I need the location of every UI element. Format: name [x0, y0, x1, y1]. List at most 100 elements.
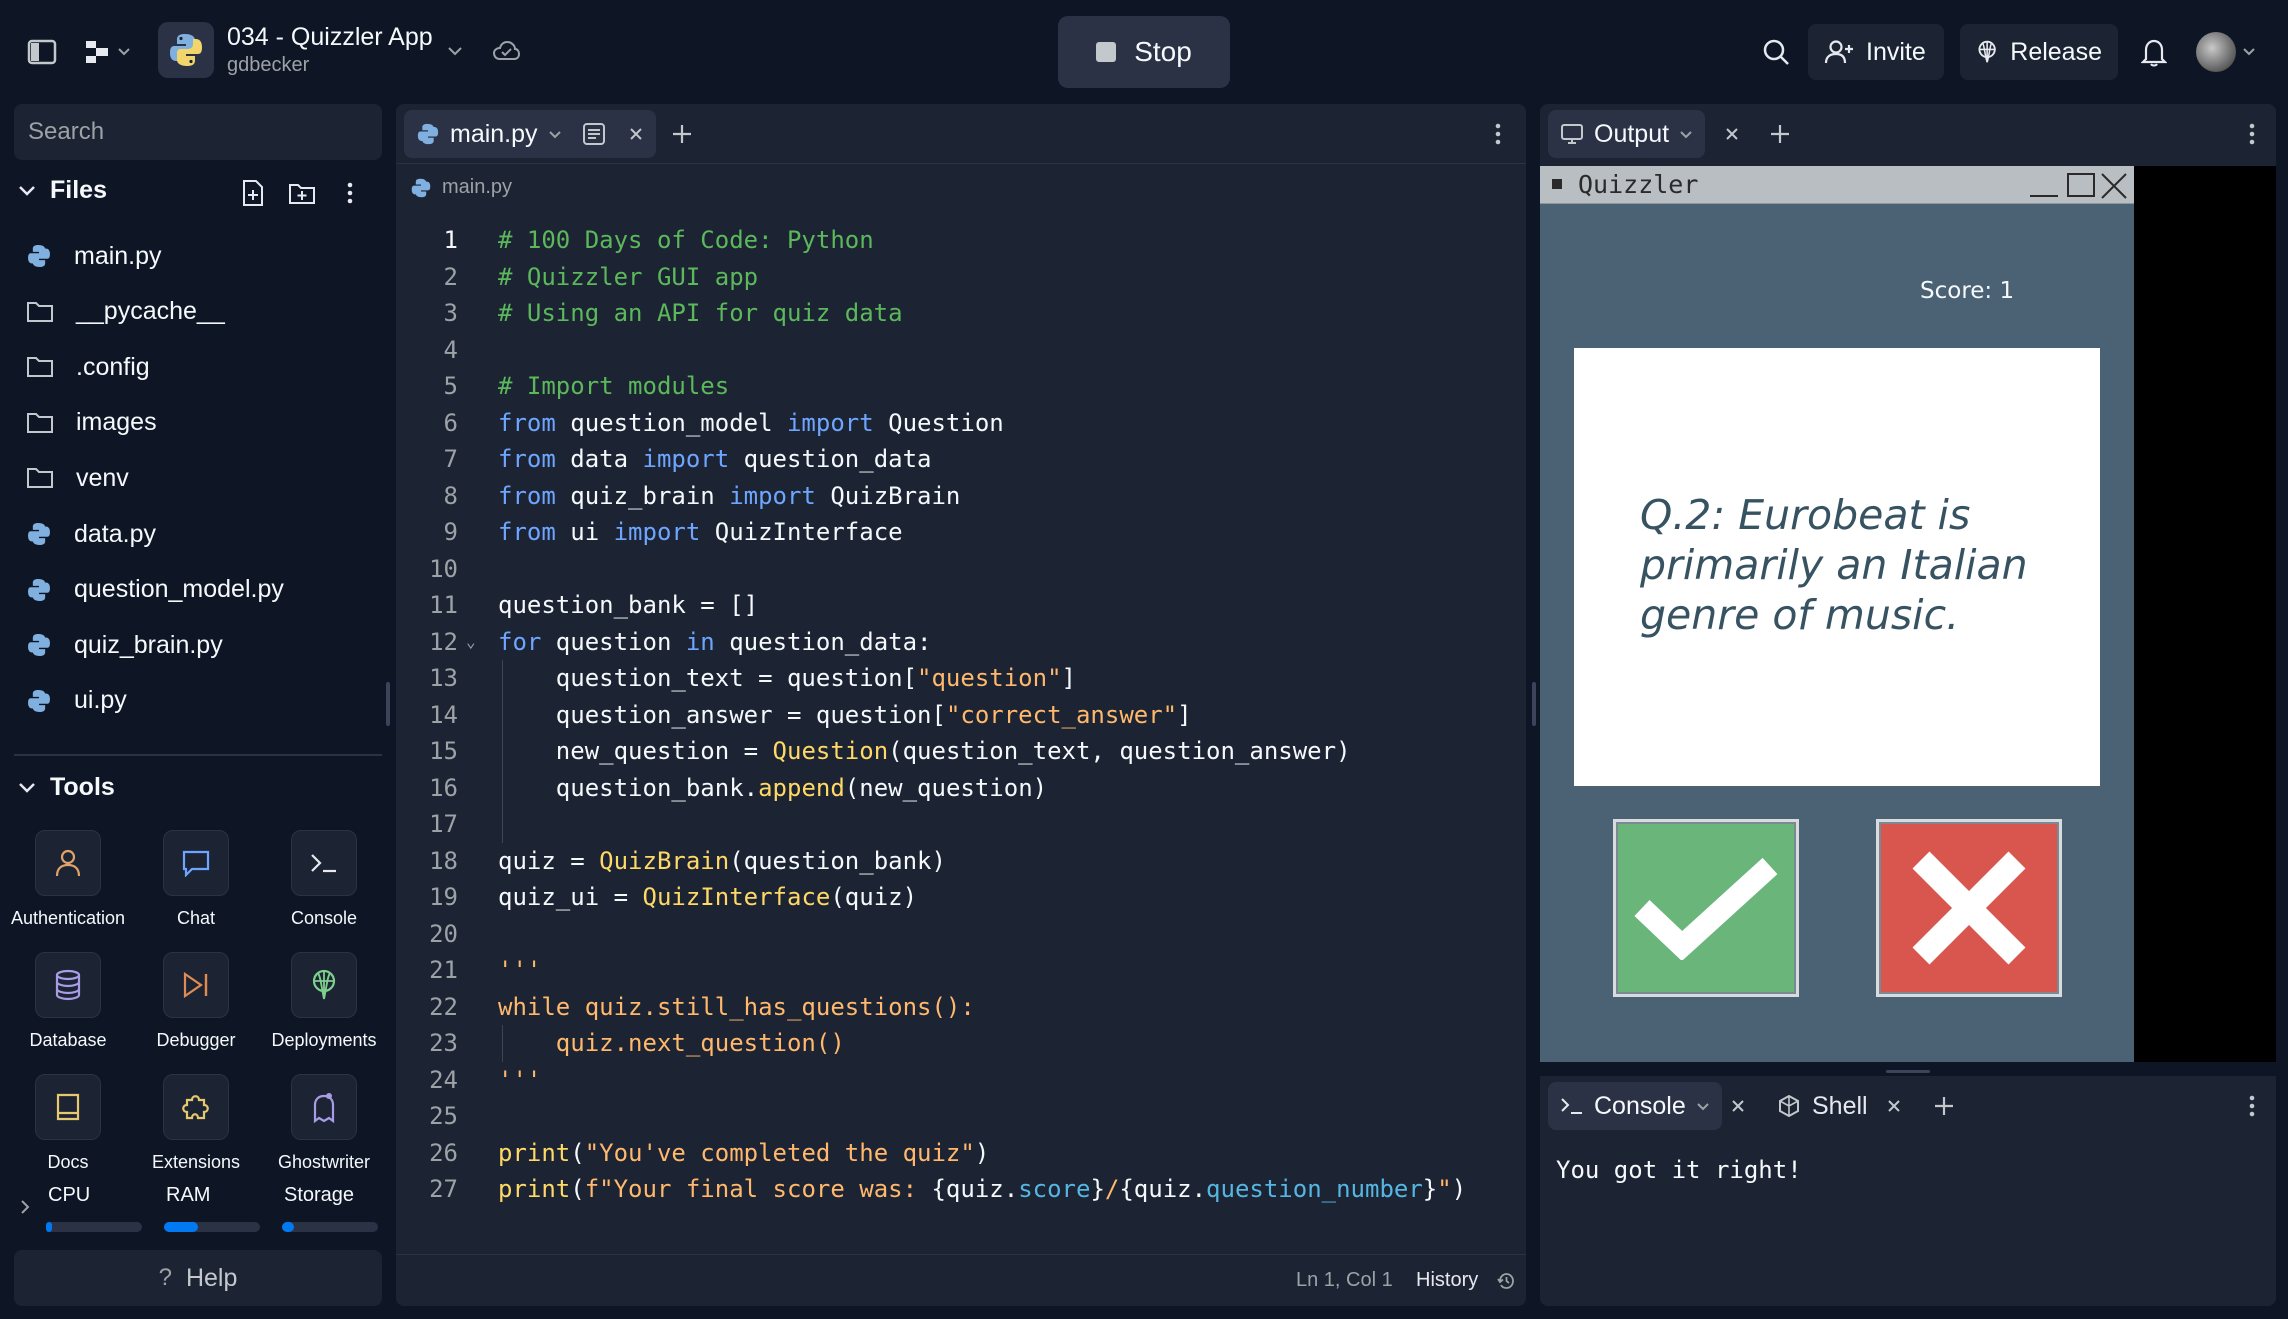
file-item[interactable]: quiz_brain.py	[26, 621, 376, 669]
new-folder-icon[interactable]	[286, 178, 318, 208]
close-icon[interactable]	[628, 126, 644, 142]
search-input[interactable]: Search	[14, 104, 382, 160]
tab-main-py[interactable]: main.py	[404, 110, 656, 158]
files-menu-icon[interactable]	[336, 178, 364, 208]
new-file-icon[interactable]	[238, 178, 268, 208]
tool-ghostwriter[interactable]: Ghostwriter	[264, 1074, 384, 1173]
line-number: 3	[443, 299, 458, 327]
chevron-down-icon[interactable]	[444, 40, 466, 62]
sidebar-toggle-icon[interactable]	[22, 32, 62, 72]
line-number: 27	[429, 1175, 458, 1203]
breadcrumb-file[interactable]: main.py	[442, 176, 512, 199]
resource-meter[interactable]	[164, 1222, 260, 1232]
code-line: 23 quiz.next_question()	[396, 1025, 1526, 1062]
chevron-right-icon[interactable]	[14, 1196, 36, 1218]
bell-icon[interactable]	[2134, 32, 2174, 72]
resource-meter[interactable]	[46, 1222, 142, 1232]
search-icon[interactable]	[1756, 32, 1796, 72]
window-controls-icon[interactable]	[2026, 170, 2130, 200]
tool-label: Database	[29, 1030, 107, 1050]
true-button[interactable]	[1613, 819, 1799, 997]
line-number: 15	[429, 737, 458, 765]
close-icon[interactable]	[1726, 1094, 1750, 1118]
add-tab-icon[interactable]	[1928, 1090, 1960, 1122]
tool-debugger[interactable]: Debugger	[136, 952, 256, 1051]
file-item[interactable]: images	[26, 399, 376, 447]
file-item[interactable]: __pycache__	[26, 288, 376, 336]
cursor-position[interactable]: Ln 1, Col 1	[1296, 1269, 1393, 1292]
console-output[interactable]: You got it right!	[1556, 1156, 1802, 1184]
editor-tab-bar: main.py	[396, 104, 1526, 164]
tool-authentication[interactable]: Authentication	[8, 830, 128, 929]
tab-output[interactable]: Output	[1548, 110, 1706, 158]
fold-chevron-icon[interactable]: ⌄	[466, 624, 476, 661]
tab-shell[interactable]: Shell	[1776, 1086, 1868, 1126]
tool-deployments[interactable]: Deployments	[264, 952, 384, 1051]
console-menu-icon[interactable]	[2240, 1090, 2264, 1122]
search-placeholder: Search	[28, 118, 105, 145]
help-button[interactable]: ? Help	[14, 1250, 382, 1306]
code-text: from question_model import Question	[498, 408, 1004, 437]
add-tab-icon[interactable]	[666, 118, 698, 150]
invite-label: Invite	[1866, 37, 1926, 66]
chevron-down-icon[interactable]	[1696, 1102, 1710, 1111]
release-button[interactable]: Release	[1960, 24, 2118, 80]
history-button[interactable]: History	[1416, 1269, 1478, 1292]
chevron-down-icon[interactable]	[548, 130, 562, 139]
avatar-chevron-icon[interactable]	[2240, 42, 2258, 60]
false-button[interactable]	[1876, 819, 2062, 997]
file-item[interactable]: main.py	[26, 232, 376, 280]
line-number: 5	[443, 372, 458, 400]
line-number: 25	[429, 1102, 458, 1130]
editor-resize-handle[interactable]	[1532, 682, 1536, 726]
repl-owner[interactable]: gdbecker	[227, 54, 309, 77]
vnc-display[interactable]: Quizzler Score: 1 Q.2: Eurobeat is prima…	[1540, 166, 2276, 1062]
output-menu-icon[interactable]	[2240, 118, 2264, 150]
editor-menu-icon[interactable]	[1486, 118, 1510, 150]
window-menu-icon[interactable]	[1552, 179, 1562, 189]
code-text: quiz_ui = QuizInterface(quiz)	[498, 883, 918, 911]
avatar[interactable]	[2196, 32, 2236, 72]
close-icon[interactable]	[1882, 1094, 1906, 1118]
chevron-down-icon[interactable]	[1679, 130, 1693, 139]
file-item[interactable]: data.py	[26, 510, 376, 558]
file-item[interactable]: .config	[26, 343, 376, 391]
python-file-icon	[26, 688, 52, 714]
output-resize-handle[interactable]	[1886, 1070, 1930, 1073]
tools-header[interactable]: Tools	[18, 773, 115, 802]
tab-console[interactable]: Console	[1548, 1082, 1722, 1130]
line-number: 4	[443, 335, 458, 364]
code-text: for question in question_data:	[498, 627, 932, 656]
code-area[interactable]: 1 # 100 Days of Code: Python 2 # Quizzler …	[396, 222, 1526, 1208]
cloud-sync-icon	[490, 36, 522, 66]
invite-button[interactable]: Invite	[1808, 24, 1944, 80]
file-item[interactable]: venv	[26, 454, 376, 502]
tool-extensions[interactable]: Extensions	[136, 1074, 256, 1173]
line-number: 1	[443, 226, 458, 254]
files-header[interactable]: Files	[18, 176, 107, 205]
resource-label: CPU	[48, 1184, 91, 1206]
code-line: 9 from ui import QuizInterface	[396, 514, 1526, 551]
repl-title[interactable]: 034 - Quizzler App	[227, 23, 433, 52]
window-title: Quizzler	[1578, 170, 1699, 199]
markdown-preview-icon[interactable]	[582, 122, 606, 146]
tool-console[interactable]: Console	[264, 830, 384, 929]
replit-menu-icon[interactable]	[76, 32, 138, 72]
file-item[interactable]: ui.py	[26, 677, 376, 725]
window-titlebar[interactable]: Quizzler	[1540, 166, 2134, 204]
close-icon[interactable]	[1720, 122, 1744, 146]
history-icon[interactable]	[1496, 1271, 1516, 1291]
stop-button[interactable]: Stop	[1058, 16, 1230, 88]
sidebar-resize-handle[interactable]	[386, 682, 390, 726]
add-tab-icon[interactable]	[1764, 118, 1796, 150]
resource-meter[interactable]	[282, 1222, 378, 1232]
tool-database[interactable]: Database	[8, 952, 128, 1051]
tool-docs[interactable]: Docs	[8, 1074, 128, 1173]
folder-icon	[26, 300, 54, 324]
python-file-icon	[26, 521, 52, 547]
file-item[interactable]: question_model.py	[26, 566, 376, 614]
code-line: 18 quiz = QuizBrain(question_bank)	[396, 843, 1526, 880]
code-text: print("You've completed the quiz")	[498, 1138, 990, 1167]
tool-chat[interactable]: Chat	[136, 830, 256, 929]
monitor-icon	[1561, 124, 1583, 144]
